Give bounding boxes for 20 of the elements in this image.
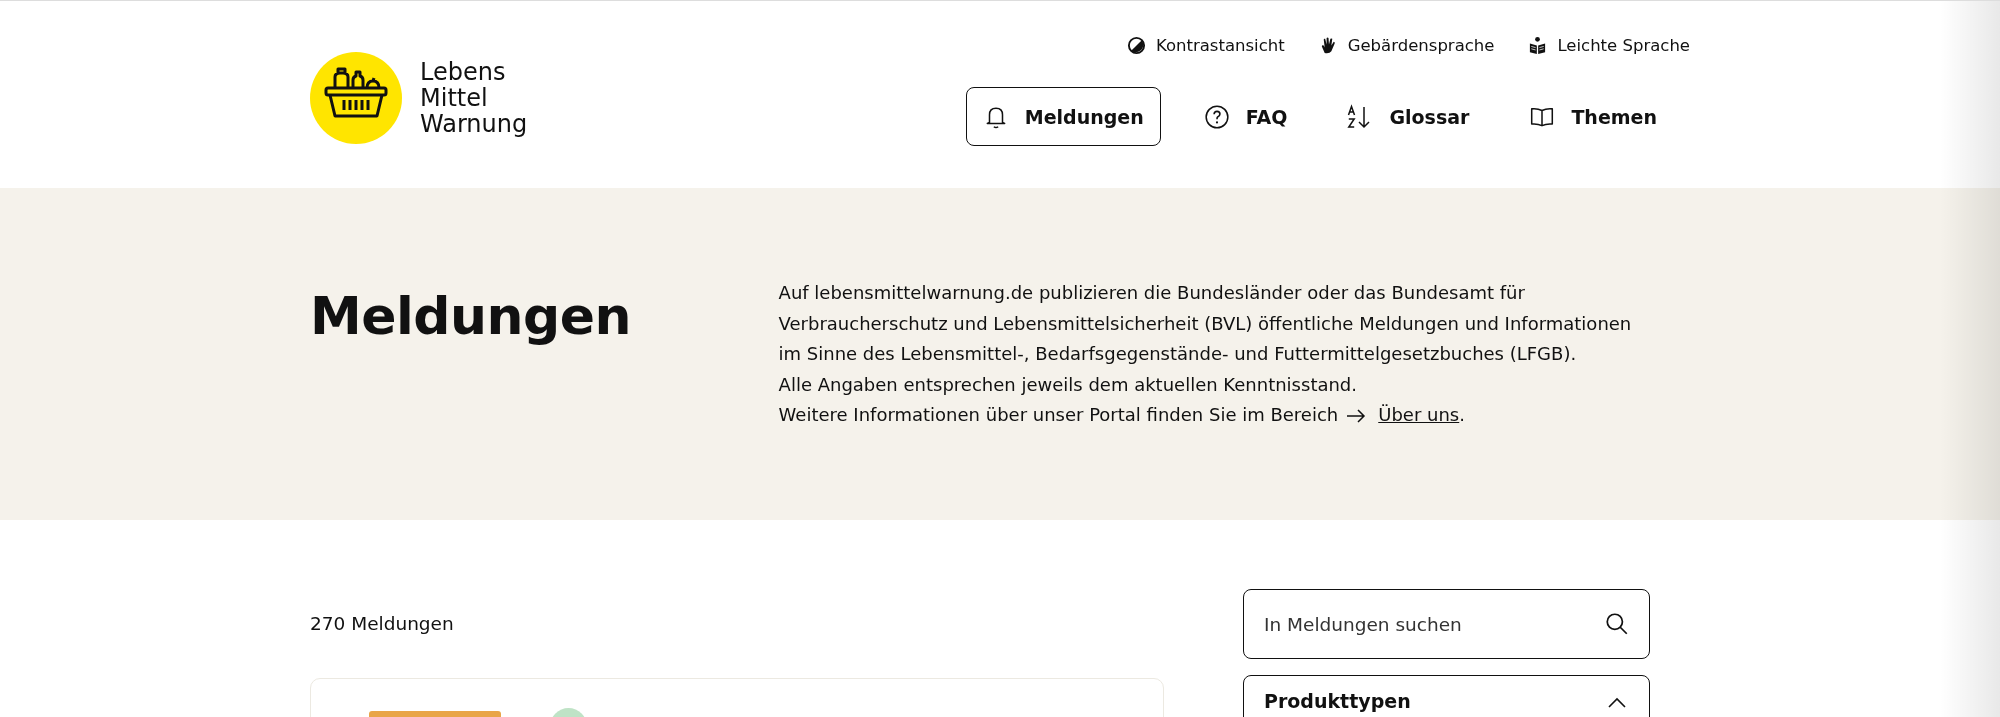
book-reader-icon [1528, 36, 1548, 55]
utility-link[interactable]: Gebärdensprache [1318, 36, 1495, 55]
nav-tab[interactable]: Themen [1512, 87, 1674, 146]
page-title: Meldungen [310, 285, 633, 348]
nav-tab[interactable]: Glossar [1330, 87, 1487, 146]
about-link[interactable]: Über uns [1378, 404, 1460, 425]
intro-paragraph: Auf lebensmittelwarnung.de publizieren die Bundesländer oder das Bundesamt für Verbraucherschutz und Lebensmittelsicherheit (BVL) öffentliche Meldungen und Informationen im Sinne des Lebensmittel-, Bedarfsgegenstände- und Futtermittelgesetzbuches (LFGB). Alle Angaben entsprechen jeweils dem aktuellen Kenntnisstand. Weitere Informationen über unser Portal finden Sie im Bereich Über uns. [778, 281, 1633, 427]
utility-link[interactable]: Kontrastansicht [1126, 36, 1285, 55]
nav-tab[interactable]: FAQ [1186, 87, 1305, 146]
nav-tab[interactable]: Meldungen [965, 87, 1161, 146]
search-icon[interactable] [1604, 611, 1630, 637]
logo-text[interactable]: Lebens Mittel Warnung [420, 58, 528, 137]
arrow-right-icon [1346, 409, 1367, 423]
contrast-icon [1126, 36, 1146, 55]
result-count: 270 Meldungen [310, 613, 455, 634]
logo-basket-icon[interactable] [310, 51, 402, 144]
question-icon [1203, 103, 1230, 130]
utility-link[interactable]: Leichte Sprache [1528, 36, 1690, 55]
filter-toggle[interactable]: Produkttypen [1243, 675, 1650, 717]
search-field[interactable]: In Meldungen suchen [1243, 589, 1650, 659]
